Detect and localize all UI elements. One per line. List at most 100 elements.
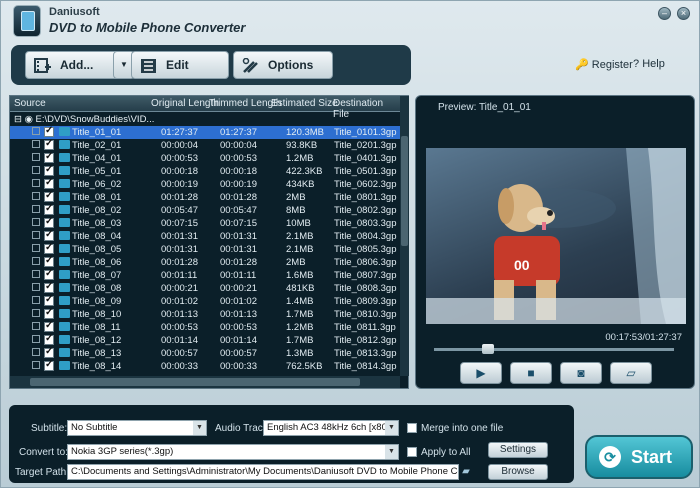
audio-track-select[interactable]: English AC3 48kHz 6ch [x80] ▼ bbox=[263, 420, 399, 436]
row-checkbox[interactable] bbox=[44, 333, 54, 345]
horizontal-scrollbar[interactable] bbox=[10, 376, 400, 388]
row-destination-file: Title_0501.3gp bbox=[334, 166, 397, 177]
collapse-icon[interactable]: ⊟ bbox=[14, 114, 22, 125]
seek-thumb[interactable] bbox=[482, 344, 494, 354]
tree-node-icon bbox=[32, 322, 40, 330]
row-checkbox[interactable] bbox=[44, 242, 54, 254]
register-link[interactable]: 🔑 Register bbox=[575, 58, 633, 71]
help-link[interactable]: ? Help bbox=[633, 58, 665, 70]
table-row[interactable]: Title_08_06 00:01:28 00:01:28 2MB Title_0806… bbox=[10, 255, 400, 269]
add-file-icon bbox=[34, 57, 52, 73]
video-file-icon bbox=[59, 127, 70, 136]
target-path-field[interactable]: C:\Documents and Settings\Administrator\… bbox=[67, 464, 459, 480]
snapshot-button[interactable]: ◙ bbox=[560, 362, 602, 384]
video-file-icon bbox=[59, 257, 70, 266]
table-row[interactable]: Title_08_14 00:00:33 00:00:33 762.5KB Title_… bbox=[10, 359, 400, 373]
row-original-length: 00:07:15 bbox=[161, 218, 198, 229]
row-checkbox[interactable] bbox=[44, 229, 54, 241]
add-button[interactable]: Add... bbox=[25, 51, 125, 79]
col-estimated-size[interactable]: Estimated Size bbox=[271, 98, 338, 109]
app-title: DVD to Mobile Phone Converter bbox=[49, 20, 246, 35]
col-source[interactable]: Source bbox=[14, 98, 46, 109]
source-root[interactable]: ⊟ ◉ E:\DVD\SnowBuddies\VID... bbox=[14, 114, 154, 125]
play-button[interactable]: ▶ bbox=[460, 362, 502, 384]
table-row[interactable]: Title_08_09 00:01:02 00:01:02 1.4MB Title_08… bbox=[10, 294, 400, 308]
row-destination-file: Title_0602.3gp bbox=[334, 179, 397, 190]
row-title: Title_08_02 bbox=[72, 205, 122, 216]
video-file-icon bbox=[59, 244, 70, 253]
minimize-icon[interactable]: – bbox=[658, 7, 671, 20]
close-icon[interactable]: × bbox=[677, 7, 690, 20]
row-checkbox[interactable] bbox=[44, 177, 54, 189]
row-checkbox[interactable] bbox=[44, 151, 54, 163]
row-trimmed-length: 00:01:02 bbox=[220, 296, 257, 307]
horizontal-scroll-thumb[interactable] bbox=[30, 378, 360, 386]
subtitle-select[interactable]: No Subtitle ▼ bbox=[67, 420, 207, 436]
col-destination-file[interactable]: Destination File bbox=[333, 98, 400, 120]
row-destination-file: Title_0808.3gp bbox=[334, 283, 397, 294]
row-estimated-size: 120.3MB bbox=[286, 127, 325, 138]
table-row[interactable]: Title_08_02 00:05:47 00:05:47 8MB Title_0802… bbox=[10, 203, 400, 217]
row-checkbox[interactable] bbox=[44, 320, 54, 332]
video-file-icon bbox=[59, 205, 70, 214]
table-row[interactable]: Title_08_08 00:00:21 00:00:21 481KB Title_08… bbox=[10, 281, 400, 295]
preview-seek-bar[interactable] bbox=[434, 344, 674, 354]
table-row[interactable]: Title_08_11 00:00:53 00:00:53 1.2MB Title_08… bbox=[10, 320, 400, 334]
apply-to-all-checkbox[interactable] bbox=[407, 447, 417, 457]
row-checkbox[interactable] bbox=[44, 268, 54, 280]
chevron-down-icon: ▼ bbox=[385, 445, 398, 459]
table-row[interactable]: Title_08_01 00:01:28 00:01:28 2MB Title_0801… bbox=[10, 190, 400, 204]
table-row[interactable]: Title_06_02 00:00:19 00:00:19 434KB Title_06… bbox=[10, 177, 400, 191]
merge-label: Merge into one file bbox=[421, 423, 504, 434]
row-trimmed-length: 00:01:11 bbox=[220, 270, 257, 281]
row-checkbox[interactable] bbox=[44, 359, 54, 371]
edit-button[interactable]: Edit bbox=[131, 51, 229, 79]
row-checkbox[interactable] bbox=[44, 346, 54, 358]
table-row[interactable]: Title_08_07 00:01:11 00:01:11 1.6MB Title_08… bbox=[10, 268, 400, 282]
row-checkbox[interactable] bbox=[44, 164, 54, 176]
options-button[interactable]: Options bbox=[233, 51, 333, 79]
open-folder-icon[interactable]: ▰ bbox=[459, 464, 473, 480]
merge-checkbox[interactable] bbox=[407, 423, 417, 433]
stop-button[interactable]: ■ bbox=[510, 362, 552, 384]
chevron-down-icon: ▼ bbox=[385, 421, 398, 435]
table-row[interactable]: Title_08_12 00:01:14 00:01:14 1.7MB Title_08… bbox=[10, 333, 400, 347]
row-checkbox[interactable] bbox=[44, 281, 54, 293]
video-file-icon bbox=[59, 361, 70, 370]
row-destination-file: Title_0807.3gp bbox=[334, 270, 397, 281]
settings-button[interactable]: Settings bbox=[488, 442, 548, 458]
row-checkbox[interactable] bbox=[44, 294, 54, 306]
tree-node-icon bbox=[32, 244, 40, 252]
row-checkbox[interactable] bbox=[44, 216, 54, 228]
vertical-scroll-thumb[interactable] bbox=[401, 136, 408, 246]
table-row[interactable]: Title_02_01 00:00:04 00:00:04 93.8KB Title_0… bbox=[10, 138, 400, 152]
row-original-length: 00:01:28 bbox=[161, 257, 198, 268]
row-checkbox[interactable] bbox=[44, 138, 54, 150]
table-row[interactable]: Title_08_03 00:07:15 00:07:15 10MB Title_080… bbox=[10, 216, 400, 230]
open-folder-button[interactable]: ▱ bbox=[610, 362, 652, 384]
preview-panel: Preview: Title_01_01 00 00:17:53/01:27:3… bbox=[415, 95, 695, 389]
row-checkbox[interactable] bbox=[44, 203, 54, 215]
start-button[interactable]: ⟳ Start bbox=[585, 435, 693, 479]
convert-to-select[interactable]: Nokia 3GP series(*.3gp) ▼ bbox=[67, 444, 399, 460]
table-row[interactable]: Title_08_05 00:01:31 00:01:31 2.1MB Title_08… bbox=[10, 242, 400, 256]
subtitle-value: No Subtitle bbox=[71, 422, 118, 433]
vertical-scrollbar[interactable] bbox=[400, 96, 409, 376]
browse-button[interactable]: Browse bbox=[488, 464, 548, 480]
table-row[interactable]: Title_08_10 00:01:13 00:01:13 1.7MB Title_08… bbox=[10, 307, 400, 321]
row-destination-file: Title_0101.3gp bbox=[334, 127, 397, 138]
table-row[interactable]: Title_08_13 00:00:57 00:00:57 1.3MB Title_08… bbox=[10, 346, 400, 360]
row-checkbox[interactable] bbox=[44, 190, 54, 202]
row-checkbox[interactable] bbox=[44, 307, 54, 319]
row-destination-file: Title_0802.3gp bbox=[334, 205, 397, 216]
row-title: Title_08_06 bbox=[72, 257, 122, 268]
row-original-length: 00:01:02 bbox=[161, 296, 198, 307]
table-row[interactable]: Title_04_01 00:00:53 00:00:53 1.2MB Title_04… bbox=[10, 151, 400, 165]
table-row[interactable]: Title_08_04 00:01:31 00:01:31 2.1MB Title_08… bbox=[10, 229, 400, 243]
table-row[interactable]: Title_05_01 00:00:18 00:00:18 422.3KB Title_… bbox=[10, 164, 400, 178]
row-checkbox[interactable] bbox=[44, 255, 54, 267]
title-rows: Title_01_0101:27:3701:27:37120.3MBTitle_… bbox=[10, 125, 400, 373]
row-trimmed-length: 00:00:19 bbox=[220, 179, 257, 190]
table-row[interactable]: Title_01_01 01:27:37 01:27:37 120.3MB Title_… bbox=[10, 125, 400, 139]
row-checkbox[interactable] bbox=[44, 125, 54, 137]
